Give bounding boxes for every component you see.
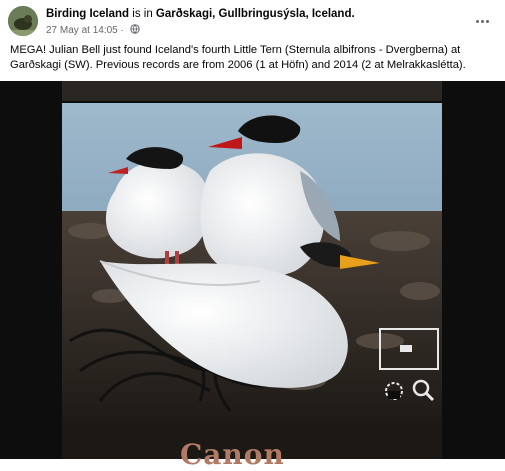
post-body: MEGA! Julian Bell just found Iceland's f… xyxy=(10,44,466,71)
camera-brand-logo: Canon xyxy=(180,438,285,471)
post-meta: 27 May at 14:05 · xyxy=(46,24,140,37)
post-title: Birding Iceland is in Garðskagi, Gullbri… xyxy=(46,8,355,20)
post-header: Birding Iceland is in Garðskagi, Gullbri… xyxy=(0,0,505,42)
page-avatar[interactable] xyxy=(8,6,38,36)
post-photo[interactable] xyxy=(0,81,505,459)
location-link[interactable]: Garðskagi, Gullbringusýsla, Iceland. xyxy=(156,8,355,20)
page-name-link[interactable]: Birding Iceland xyxy=(46,8,129,20)
in-text: is in xyxy=(129,8,156,20)
timestamp-link[interactable]: 27 May at 14:05 xyxy=(46,25,118,36)
camera-screen-photo xyxy=(0,81,505,459)
more-options-icon[interactable] xyxy=(475,10,495,24)
meta-separator: · xyxy=(117,25,127,37)
globe-icon xyxy=(129,24,140,37)
